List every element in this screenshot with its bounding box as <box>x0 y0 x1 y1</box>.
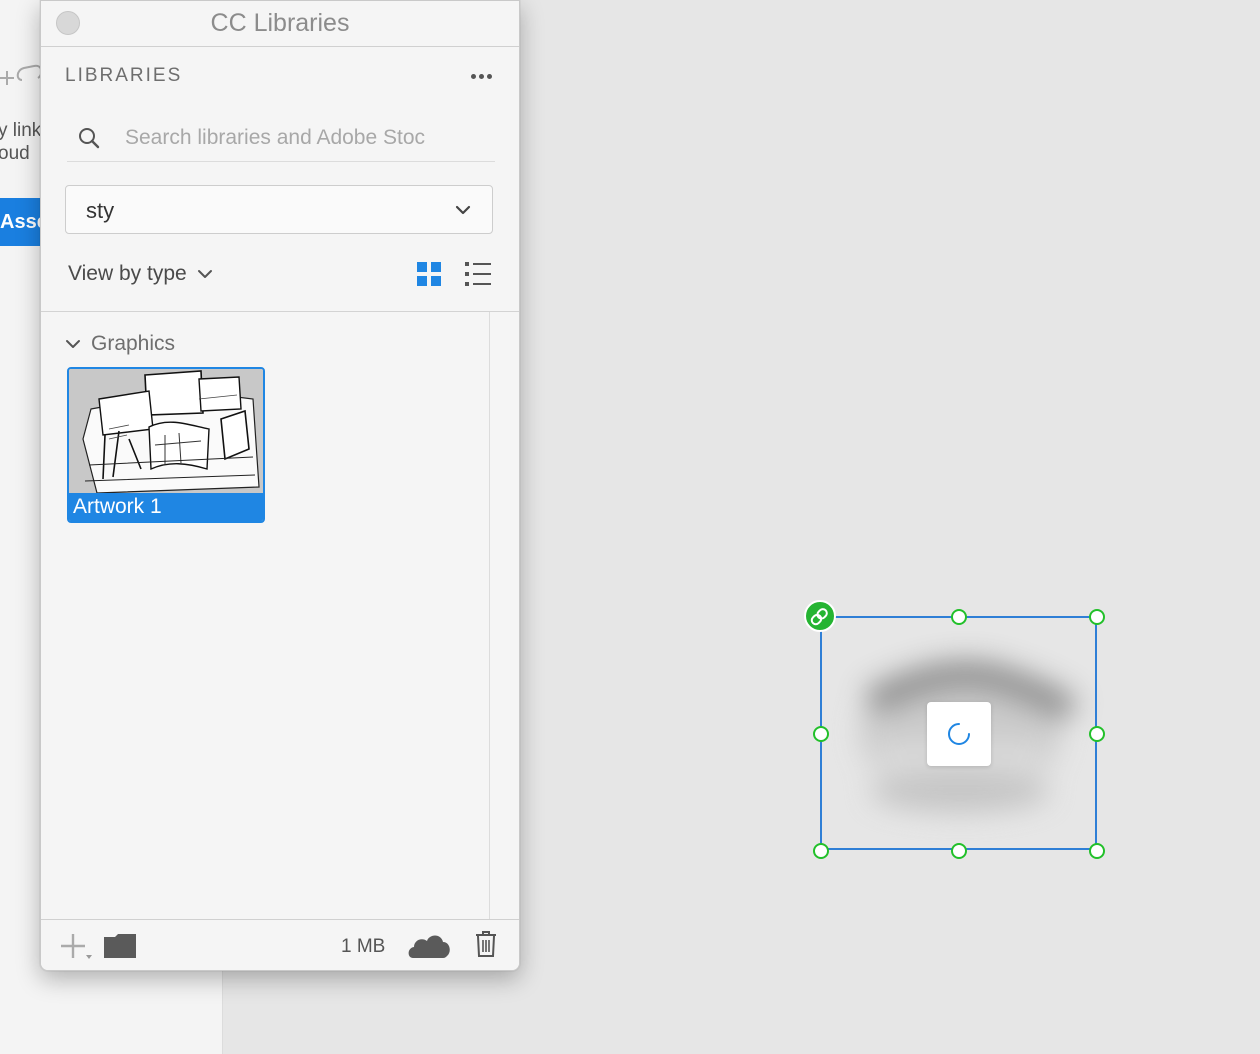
background-text-line: oud <box>0 143 30 164</box>
section-label: Graphics <box>91 332 176 355</box>
more-options-button[interactable] <box>467 65 495 85</box>
loading-indicator <box>927 702 991 766</box>
chevron-down-icon <box>197 270 212 278</box>
panel-footer: 1 MB <box>41 919 519 970</box>
spinner-icon <box>948 723 970 745</box>
list-view-button[interactable] <box>465 261 491 287</box>
resize-handle-bottom[interactable] <box>951 843 967 859</box>
resize-handle-bottom-right[interactable] <box>1089 843 1105 859</box>
background-text-line: y link <box>0 120 42 141</box>
scrollbar[interactable] <box>489 312 490 919</box>
library-dropdown-value: sty <box>86 198 115 223</box>
search-icon <box>79 128 100 149</box>
search-input[interactable] <box>123 121 497 155</box>
resize-handle-bottom-left[interactable] <box>813 843 829 859</box>
library-dropdown[interactable]: sty <box>65 185 493 234</box>
panel-titlebar[interactable]: CC Libraries <box>41 1 519 47</box>
folder-icon[interactable] <box>103 933 137 959</box>
asset-card[interactable]: Artwork 1 <box>67 367 265 523</box>
link-icon <box>810 608 828 626</box>
linked-asset-badge[interactable] <box>804 600 836 632</box>
storage-used: 1 MB <box>341 936 386 957</box>
cloud-icon[interactable] <box>407 932 451 960</box>
view-by-label: View by type <box>68 262 187 285</box>
resize-handle-top[interactable] <box>951 609 967 625</box>
search-bar <box>67 113 497 162</box>
chevron-down-icon <box>455 205 471 215</box>
panel-title: CC Libraries <box>210 9 350 37</box>
section-header-graphics[interactable]: Graphics <box>65 332 175 356</box>
asset-thumbnail <box>69 369 263 495</box>
resize-handle-top-right[interactable] <box>1089 609 1105 625</box>
view-by-dropdown[interactable]: View by type <box>68 262 213 286</box>
libraries-header: LIBRARIES <box>65 65 183 86</box>
add-icon[interactable] <box>59 932 95 962</box>
grid-view-button[interactable] <box>417 262 441 286</box>
resize-handle-right[interactable] <box>1089 726 1105 742</box>
trash-icon[interactable] <box>475 931 497 957</box>
resize-handle-left[interactable] <box>813 726 829 742</box>
cc-libraries-panel: CC Libraries LIBRARIES sty View by type <box>40 0 520 971</box>
asset-label: Artwork 1 <box>69 493 263 521</box>
library-content: Graphics Artwork 1 <box>41 312 519 919</box>
chevron-down-icon <box>66 340 80 348</box>
